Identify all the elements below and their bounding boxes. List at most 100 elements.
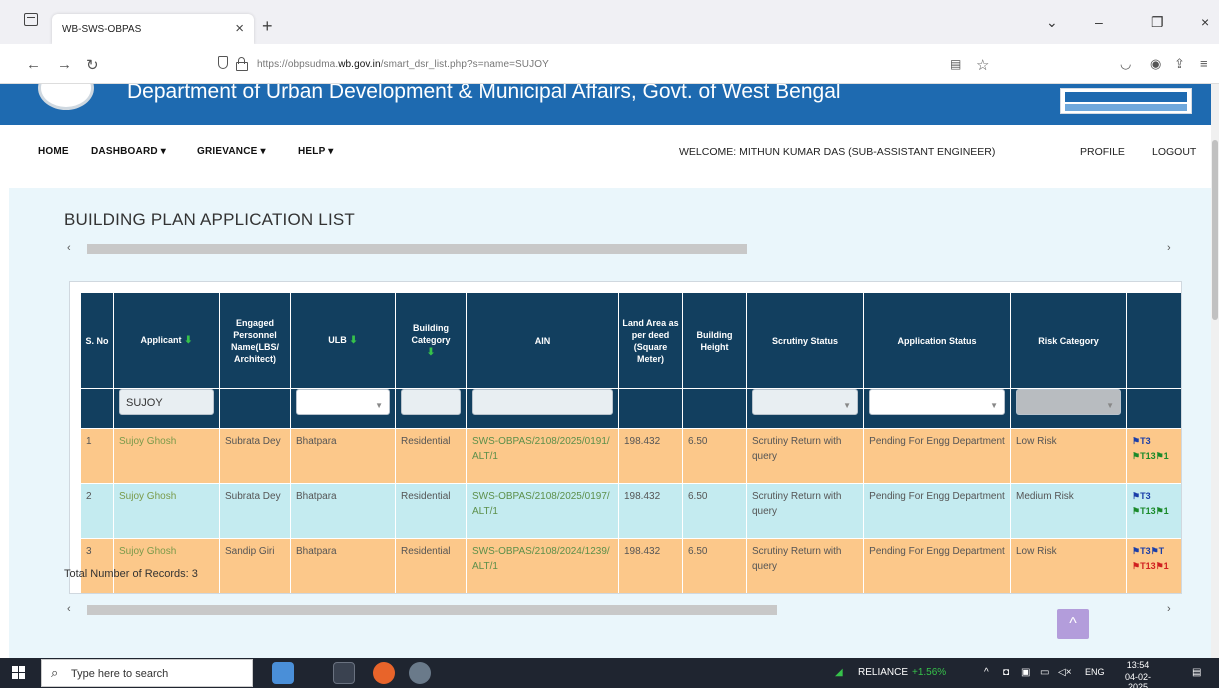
- header-applicant-label: Applicant: [140, 335, 182, 345]
- cell-flags[interactable]: ⚑T3⚑T ⚑T13⚑1: [1126, 538, 1181, 593]
- cell-category: Residential: [395, 428, 467, 484]
- stock-change: +1.56%: [912, 667, 947, 678]
- header-engaged-personnel: Engaged Personnel Name(LBS/ Architect): [219, 292, 291, 389]
- browser-tab[interactable]: WB-SWS-OBPAS ×: [52, 14, 254, 44]
- reload-button[interactable]: ↻: [86, 56, 99, 74]
- top-horizontal-scrollbar[interactable]: ‹ ›: [67, 241, 1182, 257]
- flag-icon[interactable]: ⚑T13⚑1: [1132, 504, 1181, 519]
- header-building-category[interactable]: Building Category ⬇: [395, 292, 467, 389]
- header-applicant[interactable]: Applicant ⬇: [113, 292, 220, 389]
- cell-ain-link[interactable]: SWS-OBPAS/2108/2025/0197/ALT/1: [466, 483, 619, 539]
- scroll-right-icon[interactable]: ›: [1167, 242, 1171, 254]
- flag-icon[interactable]: ⚑T13⚑1: [1132, 559, 1181, 574]
- tab-close-icon[interactable]: ×: [235, 20, 244, 37]
- scrollbar-thumb[interactable]: [87, 605, 777, 615]
- bookmark-star-icon[interactable]: ☆: [976, 56, 989, 74]
- profile-link[interactable]: PROFILE: [1080, 146, 1125, 158]
- share-icon[interactable]: ⇪: [1174, 56, 1185, 72]
- sort-icon[interactable]: ⬇: [349, 335, 357, 346]
- cell-ain-link[interactable]: SWS-OBPAS/2108/2025/0191/ALT/1: [466, 428, 619, 484]
- windows-start-icon[interactable]: [12, 666, 26, 680]
- address-bar[interactable]: https://obpsudma.wb.gov.in/smart_dsr_lis…: [257, 59, 549, 70]
- notification-icon[interactable]: ▤: [1192, 667, 1201, 678]
- cell-risk: Medium Risk: [1010, 483, 1127, 539]
- sort-icon[interactable]: ⬇: [427, 347, 435, 358]
- cell-flags[interactable]: ⚑T3 ⚑T13⚑1: [1126, 428, 1181, 484]
- menu-home[interactable]: HOME: [38, 146, 69, 157]
- cell-scrutiny: Scrutiny Return with query: [746, 428, 864, 484]
- pocket-icon[interactable]: ◡: [1120, 56, 1131, 72]
- firefox-icon[interactable]: [373, 662, 395, 684]
- scroll-left-icon[interactable]: ‹: [67, 603, 71, 615]
- tray-expand-icon[interactable]: ^: [984, 667, 989, 678]
- menu-grievance[interactable]: GRIEVANCE ▾: [197, 146, 266, 157]
- close-window-button[interactable]: ×: [1201, 14, 1209, 30]
- header-risk-category: Risk Category: [1010, 292, 1127, 389]
- flag-icon[interactable]: ⚑T3: [1132, 489, 1181, 504]
- scroll-right-icon[interactable]: ›: [1167, 603, 1171, 615]
- minimize-button[interactable]: –: [1095, 14, 1103, 30]
- weather-app-icon[interactable]: [272, 662, 294, 684]
- reader-view-icon[interactable]: ▤: [950, 57, 961, 71]
- menu-help[interactable]: HELP ▾: [298, 146, 334, 157]
- cell-land-area: 198.432: [618, 538, 683, 593]
- applicant-filter-input[interactable]: SUJOY: [119, 389, 214, 415]
- tray-display-icon[interactable]: ▭: [1040, 667, 1049, 678]
- cell-ulb: Bhatpara: [290, 428, 396, 484]
- menu-icon[interactable]: ≡: [1200, 56, 1208, 71]
- header-scrutiny-status: Scrutiny Status: [746, 292, 864, 389]
- vertical-scrollbar-thumb[interactable]: [1212, 140, 1218, 320]
- logout-link[interactable]: LOGOUT: [1152, 146, 1196, 158]
- header-ulb[interactable]: ULB ⬇: [290, 292, 396, 389]
- category-filter-input[interactable]: [401, 389, 461, 415]
- scroll-left-icon[interactable]: ‹: [67, 242, 71, 254]
- ulb-filter-select[interactable]: ▼: [296, 389, 390, 415]
- taskbar-search[interactable]: ⌕ Type here to search: [41, 659, 253, 687]
- table-row[interactable]: 1 Sujoy Ghosh Subrata Dey Bhatpara Resid…: [80, 428, 1181, 484]
- task-view-icon[interactable]: [333, 662, 355, 684]
- cell-scrutiny: Scrutiny Return with query: [746, 483, 864, 539]
- language-indicator[interactable]: ENG: [1085, 667, 1105, 677]
- shield-icon[interactable]: [218, 56, 228, 69]
- new-tab-button[interactable]: +: [262, 16, 273, 37]
- cell-applicant[interactable]: Sujoy Ghosh: [113, 428, 220, 484]
- table-row[interactable]: 2 Sujoy Ghosh Subrata Dey Bhatpara Resid…: [80, 483, 1181, 539]
- stock-name[interactable]: RELIANCE: [858, 667, 908, 678]
- scrutiny-filter-select[interactable]: ▼: [752, 389, 858, 415]
- scroll-to-top-button[interactable]: ^: [1057, 609, 1089, 639]
- flag-icon[interactable]: ⚑T3⚑T: [1132, 544, 1181, 559]
- sort-icon[interactable]: ⬇: [184, 335, 192, 346]
- tray-app-icon[interactable]: ◘: [1003, 667, 1009, 678]
- volume-muted-icon[interactable]: ◁×: [1058, 667, 1072, 678]
- table-row[interactable]: 3 Sujoy Ghosh Sandip Giri Bhatpara Resid…: [80, 538, 1181, 593]
- tab-list-icon[interactable]: [24, 13, 38, 26]
- clock-date: 04-02-2025: [1124, 672, 1151, 688]
- cell-ain-link[interactable]: SWS-OBPAS/2108/2024/1239/ALT/1: [466, 538, 619, 593]
- account-icon[interactable]: ◉: [1150, 56, 1161, 72]
- forward-button[interactable]: →: [57, 56, 72, 73]
- clock[interactable]: 13:54 04-02-2025: [1118, 660, 1158, 688]
- lock-icon[interactable]: [236, 57, 248, 71]
- flag-icon[interactable]: ⚑T13⚑1: [1132, 449, 1181, 464]
- paint-app-icon[interactable]: [409, 662, 431, 684]
- ain-filter-input[interactable]: [472, 389, 613, 415]
- bottom-horizontal-scrollbar[interactable]: ‹ ›: [67, 602, 1182, 618]
- cell-engaged: Subrata Dey: [219, 428, 291, 484]
- application-table: S. No Applicant ⬇ Engaged Personnel Name…: [80, 292, 1181, 593]
- page-vertical-scrollbar[interactable]: [1211, 84, 1219, 658]
- cell-applicant[interactable]: Sujoy Ghosh: [113, 483, 220, 539]
- restore-button[interactable]: ❐: [1151, 14, 1164, 31]
- scrollbar-thumb[interactable]: [87, 244, 747, 254]
- site-header: Department of Urban Development & Munici…: [0, 84, 1219, 125]
- menu-dashboard[interactable]: DASHBOARD ▾: [91, 146, 166, 157]
- header-sno: S. No: [80, 292, 114, 389]
- tabs-dropdown-icon[interactable]: ⌄: [1046, 14, 1058, 31]
- tray-network-icon[interactable]: ▣: [1021, 667, 1030, 678]
- header-ain: AIN: [466, 292, 619, 389]
- back-button[interactable]: ←: [26, 56, 41, 73]
- cell-flags[interactable]: ⚑T3 ⚑T13⚑1: [1126, 483, 1181, 539]
- cell-applicant[interactable]: Sujoy Ghosh: [113, 538, 220, 593]
- risk-filter-select[interactable]: ▼: [1016, 389, 1121, 415]
- app-status-filter-select[interactable]: ▼: [869, 389, 1005, 415]
- flag-icon[interactable]: ⚑T3: [1132, 434, 1181, 449]
